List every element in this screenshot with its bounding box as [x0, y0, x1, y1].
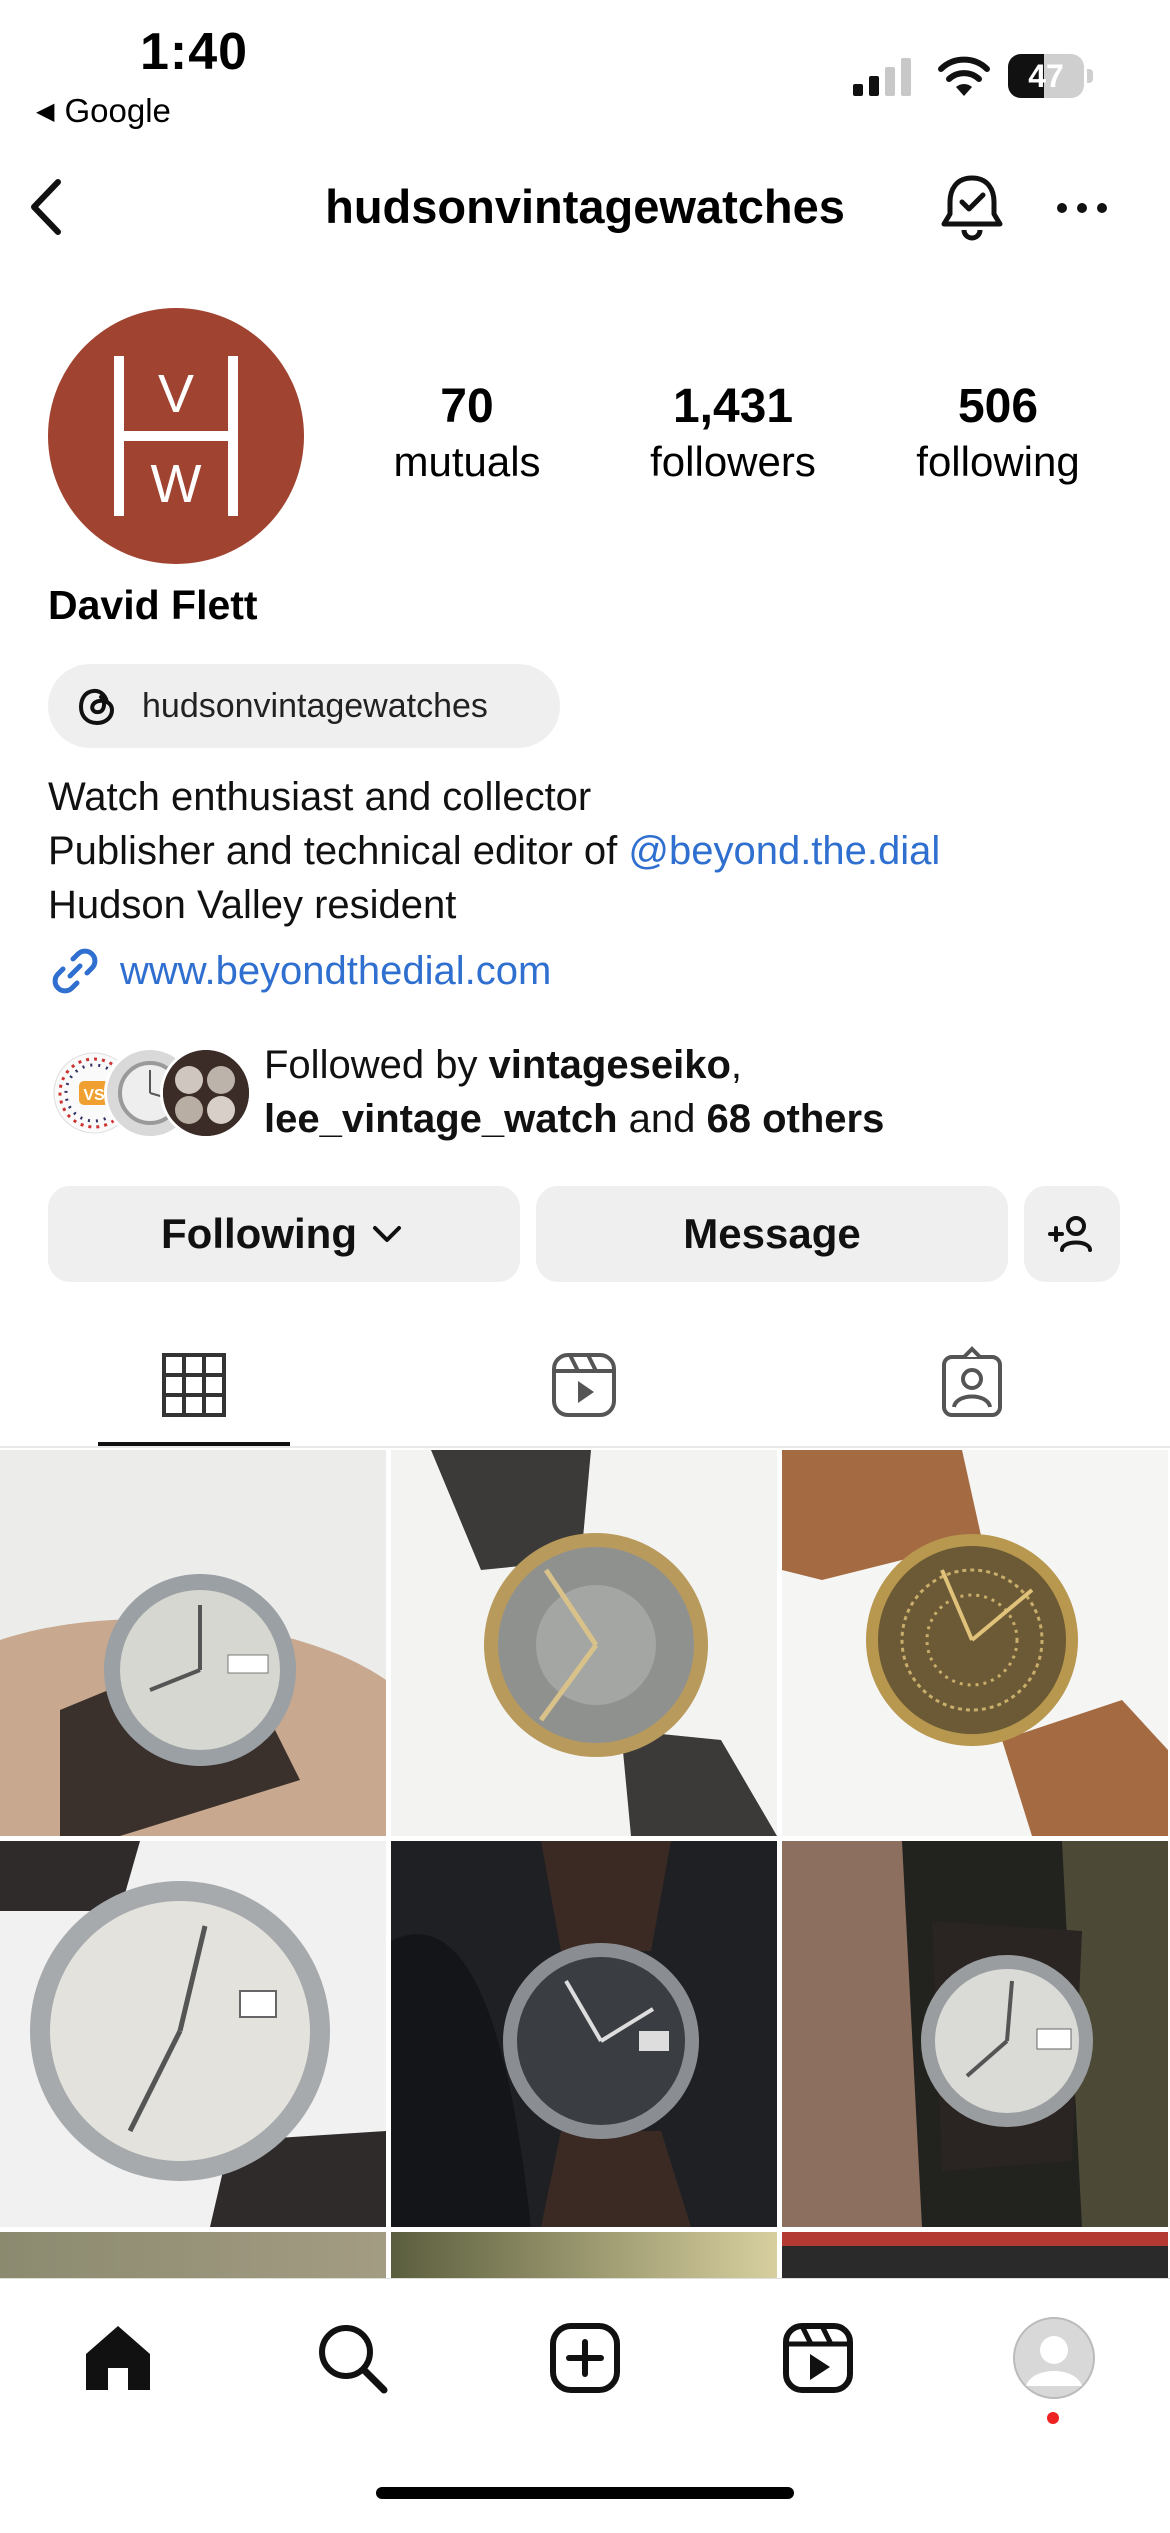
bio: Watch enthusiast and collector Publisher… [48, 770, 940, 932]
home-indicator [376, 2487, 794, 2499]
post-image [0, 2232, 386, 2278]
post-thumbnail[interactable] [391, 1841, 777, 2227]
profile-avatar-icon[interactable] [1012, 2316, 1096, 2400]
stat-following[interactable]: 506 following [893, 378, 1103, 488]
link-icon [52, 948, 98, 994]
home-icon[interactable] [78, 2318, 158, 2398]
tab-divider [0, 1446, 1170, 1448]
website-link[interactable]: www.beyondthedial.com [48, 944, 551, 998]
tab-tagged-icon[interactable] [932, 1345, 1012, 1425]
post-thumbnail[interactable] [391, 1450, 777, 1836]
bio-line-2: Publisher and technical editor of @beyon… [48, 824, 940, 878]
battery-percent: 47 [1028, 58, 1064, 94]
bio-line-1: Watch enthusiast and collector [48, 775, 592, 819]
stat-following-value: 506 [957, 380, 1039, 433]
battery-icon: 47 [1008, 54, 1093, 100]
post-thumbnail[interactable] [0, 1841, 386, 2227]
suggest-people-button[interactable] [1024, 1186, 1120, 1282]
post-image [782, 1841, 1168, 2227]
wifi-icon [938, 56, 990, 96]
followed-by-user-2: lee_vintage_watch [264, 1097, 618, 1141]
threads-icon [78, 688, 115, 726]
status-time: 1:40 [140, 23, 249, 81]
post-thumbnail[interactable] [0, 2232, 386, 2278]
search-icon[interactable] [312, 2318, 392, 2398]
post-image [0, 1450, 386, 1836]
post-image [391, 1450, 777, 1836]
tab-posts-grid-icon[interactable] [154, 1345, 234, 1425]
threads-badge[interactable]: hudsonvintagewatches [48, 664, 560, 748]
chevron-down-icon [372, 1226, 401, 1242]
followed-by-and: and [617, 1097, 707, 1141]
post-image [782, 1450, 1168, 1836]
followed-by-prefix: Followed by [264, 1043, 489, 1087]
following-button-label: Following [161, 1210, 357, 1257]
profile-avatar[interactable]: V W [48, 308, 304, 564]
bio-line-3: Hudson Valley resident [48, 883, 457, 927]
back-triangle-icon: ◀ [36, 97, 55, 125]
bio-mention-link[interactable]: @beyond.the.dial [628, 829, 940, 873]
follower-avatar-3 [160, 1047, 252, 1139]
stat-mutuals[interactable]: 70 mutuals [362, 378, 572, 488]
brand-logo: V W [114, 356, 238, 516]
back-app-label: Google [64, 92, 171, 129]
stat-followers[interactable]: 1,431 followers [628, 378, 838, 488]
profile-notification-dot [1047, 2412, 1059, 2424]
following-button[interactable]: Following [48, 1186, 520, 1282]
more-options-icon[interactable] [1052, 188, 1112, 228]
tab-reels-icon[interactable] [544, 1345, 624, 1425]
back-to-app-link[interactable]: ◀ Google [36, 92, 171, 130]
reels-icon[interactable] [778, 2318, 858, 2398]
followed-by-comma: , [730, 1043, 743, 1087]
message-button[interactable]: Message [536, 1186, 1008, 1282]
followed-by-user-1: vintageseiko [488, 1043, 731, 1087]
stat-followers-label: followers [650, 438, 816, 485]
followed-by-others: 68 others [706, 1097, 885, 1141]
cellular-signal-icon [853, 58, 911, 96]
add-person-icon [1048, 1216, 1092, 1252]
post-thumbnail[interactable] [782, 1450, 1168, 1836]
message-button-label: Message [683, 1210, 861, 1257]
stat-following-label: following [916, 438, 1080, 485]
stat-followers-value: 1,431 [672, 380, 794, 433]
post-thumbnail[interactable] [0, 1450, 386, 1836]
avatar-letter-w: W [151, 454, 202, 514]
stat-mutuals-value: 70 [440, 380, 494, 433]
post-thumbnail[interactable] [782, 2232, 1168, 2278]
display-name: David Flett [48, 582, 258, 628]
post-thumbnail[interactable] [391, 2232, 777, 2278]
post-thumbnail[interactable] [782, 1841, 1168, 2227]
post-image [391, 2232, 777, 2278]
create-icon[interactable] [545, 2318, 625, 2398]
bio-line-2-text: Publisher and technical editor of [48, 829, 629, 873]
threads-handle: hudsonvintagewatches [142, 686, 488, 725]
svg-text:VS: VS [83, 1087, 105, 1104]
followed-by-avatars[interactable]: VS [48, 1047, 252, 1139]
website-url: www.beyondthedial.com [120, 948, 552, 993]
post-image [391, 1841, 777, 2227]
post-image [0, 1841, 386, 2227]
post-image [782, 2232, 1168, 2278]
notifications-bell-icon[interactable] [936, 170, 1008, 244]
followed-by-text[interactable]: Followed by vintageseiko, lee_vintage_wa… [264, 1038, 884, 1146]
avatar-letter-v: V [158, 364, 194, 424]
stat-mutuals-label: mutuals [393, 438, 541, 485]
